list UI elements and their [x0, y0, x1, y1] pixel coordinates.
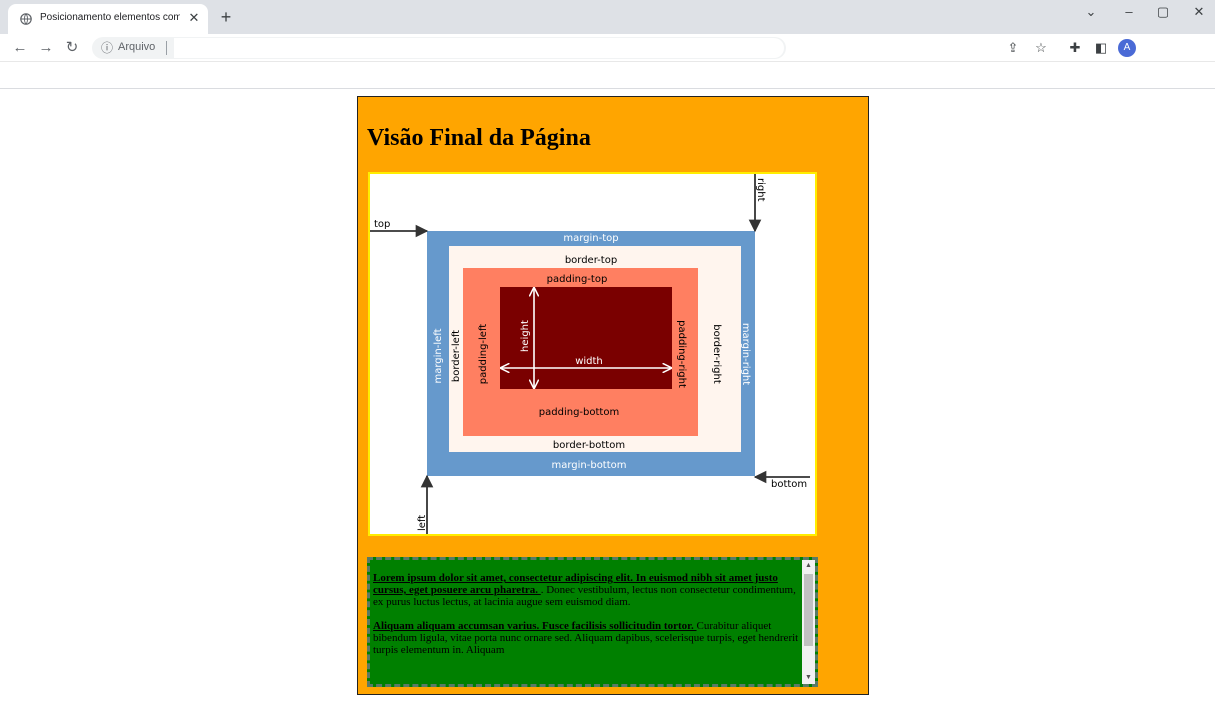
box-model-figure: top right bottom left margin-top margin-…	[368, 172, 817, 536]
padding-bottom-label: padding-bottom	[539, 407, 619, 418]
back-button[interactable]: ←	[10, 38, 30, 58]
minimize-button[interactable]: –	[1114, 4, 1144, 24]
page-title: Visão Final da Página	[367, 125, 591, 151]
tab-title: Posicionamento elementos com	[40, 12, 180, 23]
address-separator	[166, 41, 167, 55]
browser-toolbar: ← → ↻ ⓘ Arquivo ⇪ ☆ ✚ ◧ A	[0, 34, 1215, 62]
border-left-label: border-left	[451, 330, 462, 382]
address-bar[interactable]: ⓘ Arquivo	[92, 37, 786, 59]
url-field[interactable]	[174, 38, 784, 58]
padding-right-label: padding-right	[676, 320, 687, 388]
paragraph-1: Lorem ipsum dolor sit amet, consectetur …	[373, 572, 799, 608]
scroll-down-icon[interactable]: ▼	[802, 673, 815, 683]
left-label: left	[417, 515, 428, 531]
tab-search-icon[interactable]: ⌄	[1076, 4, 1106, 24]
border-right-label: border-right	[711, 324, 722, 384]
tab-strip: Posicionamento elementos com ✕ + ⌄ – ▢ ✕	[0, 0, 1215, 34]
info-icon[interactable]: ⓘ	[100, 41, 114, 55]
close-tab-icon[interactable]: ✕	[186, 10, 202, 26]
maximize-button[interactable]: ▢	[1148, 4, 1178, 24]
height-label: height	[520, 320, 531, 352]
page-divider	[0, 88, 1215, 89]
text-content: Lorem ipsum dolor sit amet, consectetur …	[373, 572, 799, 668]
padding-left-label: padding-left	[478, 324, 489, 385]
reload-button[interactable]: ↻	[62, 38, 82, 58]
extensions-icon[interactable]: ✚	[1066, 39, 1084, 57]
globe-icon	[20, 13, 32, 25]
border-top-label: border-top	[565, 255, 617, 266]
browser-tab[interactable]: Posicionamento elementos com ✕	[8, 4, 208, 34]
scroll-up-icon[interactable]: ▲	[802, 561, 815, 571]
page-container: Visão Final da Página top right bottom l…	[357, 96, 869, 695]
close-window-button[interactable]: ✕	[1184, 4, 1214, 24]
scrollable-text-box[interactable]: Lorem ipsum dolor sit amet, consectetur …	[367, 557, 818, 687]
margin-left-label: margin-left	[433, 328, 444, 383]
address-protocol: Arquivo	[118, 41, 156, 53]
scrollbar[interactable]: ▲ ▼	[802, 560, 815, 684]
forward-button[interactable]: →	[36, 38, 56, 58]
bottom-label: bottom	[771, 479, 807, 490]
bookmark-star-icon[interactable]: ☆	[1032, 39, 1050, 57]
share-icon[interactable]: ⇪	[1004, 39, 1022, 57]
border-bottom-label: border-bottom	[553, 440, 625, 451]
margin-top-label: margin-top	[563, 233, 618, 244]
scrollbar-thumb[interactable]	[804, 574, 813, 646]
paragraph-2-lead: Aliquam aliquam accumsan varius. Fusce f…	[373, 620, 697, 632]
margin-right-label: margin-right	[740, 323, 751, 385]
side-panel-icon[interactable]: ◧	[1092, 39, 1110, 57]
box-model-diagram: top right bottom left margin-top margin-…	[370, 174, 810, 534]
top-label: top	[374, 219, 390, 230]
padding-top-label: padding-top	[547, 274, 608, 285]
profile-avatar[interactable]: A	[1118, 39, 1136, 57]
width-label: width	[575, 356, 603, 367]
margin-bottom-label: margin-bottom	[551, 460, 626, 471]
right-label: right	[755, 178, 766, 202]
paragraph-2: Aliquam aliquam accumsan varius. Fusce f…	[373, 620, 799, 656]
new-tab-button[interactable]: +	[216, 8, 236, 28]
